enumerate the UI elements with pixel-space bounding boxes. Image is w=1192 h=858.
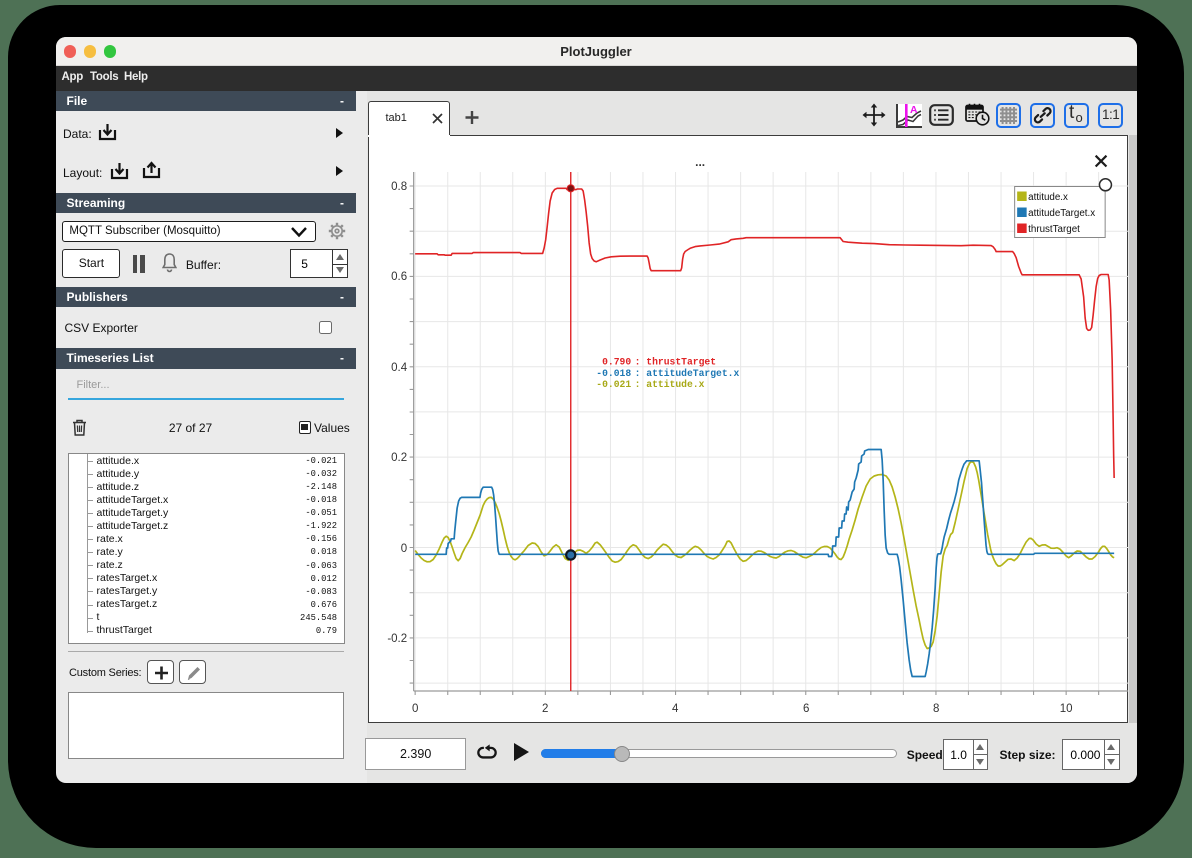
- svg-text:-0.018: -0.018: [596, 368, 631, 379]
- svg-text:attitude.x: attitude.x: [1028, 192, 1068, 203]
- svg-text:4: 4: [672, 703, 679, 715]
- svg-text:0.8: 0.8: [391, 181, 407, 193]
- svg-text:0.6: 0.6: [391, 271, 407, 283]
- svg-text:: thrustTarget: : thrustTarget: [634, 357, 715, 368]
- svg-text:-0.021: -0.021: [596, 379, 631, 390]
- svg-text:6: 6: [803, 703, 809, 715]
- svg-text:...: ...: [695, 155, 705, 169]
- svg-text:0: 0: [400, 543, 406, 555]
- svg-text:0.2: 0.2: [391, 452, 407, 464]
- svg-text:0.4: 0.4: [391, 362, 408, 374]
- svg-text:: attitude.x: : attitude.x: [634, 379, 704, 390]
- svg-text:: attitudeTarget.x: : attitudeTarget.x: [634, 368, 739, 379]
- svg-text:2: 2: [542, 703, 548, 715]
- svg-text:-0.2: -0.2: [387, 633, 407, 645]
- svg-text:0: 0: [412, 703, 418, 715]
- svg-text:A: A: [910, 104, 918, 116]
- svg-text:attitudeTarget.x: attitudeTarget.x: [1028, 208, 1095, 219]
- svg-text:thrustTarget: thrustTarget: [1028, 224, 1080, 235]
- svg-text:8: 8: [933, 703, 939, 715]
- svg-text:0.790: 0.790: [602, 357, 631, 368]
- svg-text:10: 10: [1059, 703, 1072, 715]
